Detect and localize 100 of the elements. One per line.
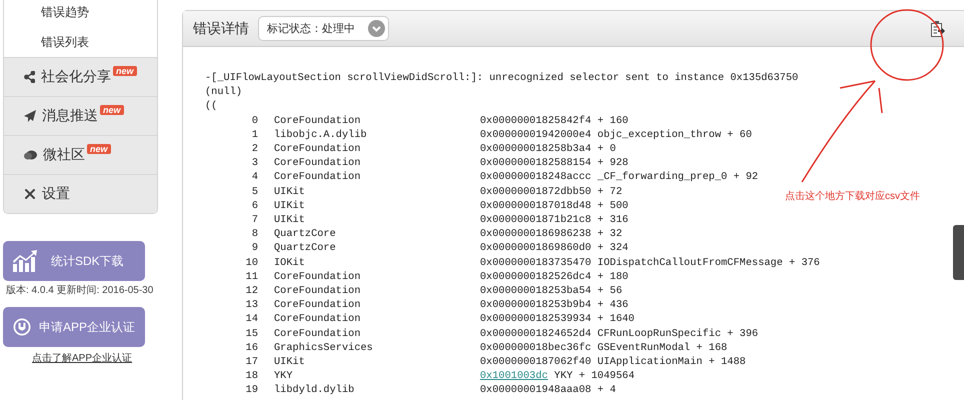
- frame-symbol: + 1640: [596, 312, 634, 327]
- frame-symbol: + 56: [596, 284, 622, 298]
- frame-symbol: GSEventRunModal + 168: [596, 340, 728, 356]
- menu-item[interactable]: 消息推送 new: [4, 96, 157, 135]
- frame-symbol: + 316: [596, 213, 628, 228]
- frame-address: 0x00000001948aaa08: [480, 383, 592, 398]
- menu-label: 设置: [42, 185, 70, 203]
- export-icon[interactable]: [931, 20, 945, 36]
- frame-index: 3: [250, 156, 258, 170]
- menu-label: 微社区: [43, 146, 85, 164]
- frame-address: 0x00000001824652d4: [480, 326, 592, 341]
- frame-address: 0x0000000182539934: [480, 312, 592, 327]
- frame-address: 0x000000018253ba54: [480, 284, 592, 298]
- frame-index: 19: [244, 383, 258, 398]
- version-text: 版本: 4.0.4 更新时间: 2016-05-30: [6, 284, 154, 297]
- sidebar-item[interactable]: 错误列表: [41, 34, 157, 51]
- frame-address: 0x000000018248accc: [480, 170, 592, 185]
- frame-library: YKY: [274, 369, 294, 384]
- frame-index: 13: [244, 298, 258, 312]
- frame-library: CoreFoundation: [274, 298, 362, 312]
- frame-library: UIKit: [274, 213, 306, 228]
- chat-icon: [24, 150, 37, 160]
- frame-symbol: + 32: [596, 227, 622, 242]
- frame-library: UIKit: [274, 355, 306, 370]
- certification-link[interactable]: 点击了解APP企业认证: [32, 351, 132, 365]
- frame-address: 0x0000000182588154: [480, 156, 592, 170]
- frame-library: CoreFoundation: [274, 326, 362, 341]
- frame-library: libdyld.dylib: [274, 383, 356, 398]
- annotation-note: 点击这个地方下载对应csv文件: [785, 190, 920, 203]
- new-badge: new: [113, 66, 137, 76]
- frame-library: UIKit: [274, 184, 306, 199]
- frame-symbol: UIApplicationMain + 1488: [596, 355, 746, 370]
- frame-symbol: + 160: [596, 114, 628, 128]
- frame-address: 0x00000001942000e4: [480, 128, 592, 142]
- frame-index: 15: [244, 326, 258, 341]
- frame-library: CoreFoundation: [274, 114, 362, 128]
- frame-index: 2: [250, 142, 258, 156]
- status-dropdown[interactable]: 标记状态：处理中: [258, 16, 389, 41]
- frame-index: 4: [250, 170, 258, 185]
- frame-symbol: + 928: [596, 156, 628, 170]
- frame-library: CoreFoundation: [274, 142, 362, 156]
- frame-symbol: + 72: [596, 184, 622, 199]
- frame-address: 0x0000000186986238: [480, 227, 592, 242]
- frame-index: 6: [250, 198, 258, 214]
- frame-index: 1: [250, 128, 258, 142]
- frame-symbol: + 180: [596, 270, 628, 284]
- tools-icon: [24, 188, 36, 200]
- frame-library: QuartzCore: [274, 241, 337, 256]
- address-link[interactable]: 0x1001003dc: [480, 369, 548, 384]
- menu-item[interactable]: 微社区 new: [4, 135, 157, 174]
- frame-symbol: CFRunLoopRunSpecific + 396: [596, 326, 758, 341]
- frame-address: 0x00000001825842f4: [480, 114, 592, 128]
- frame-index: 8: [250, 227, 258, 242]
- frame-index: 17: [244, 355, 258, 370]
- frame-library: QuartzCore: [274, 227, 337, 242]
- frame-library: CoreFoundation: [274, 312, 362, 327]
- frame-symbol: + 0: [596, 142, 616, 156]
- frame-index: 10: [244, 256, 258, 270]
- frame-address: 0x0000000187062f40: [480, 355, 592, 370]
- frame-index: 9: [250, 241, 258, 256]
- frame-address: 0x00000001872dbb50: [480, 184, 592, 199]
- frame-library: GraphicsServices: [274, 340, 374, 356]
- frame-address: 0x000000018258b3a4: [480, 142, 592, 156]
- frame-index: 14: [244, 312, 258, 327]
- frame-library: UIKit: [274, 198, 306, 214]
- frame-address: 0x00000001871b21c8: [480, 213, 592, 228]
- frame-symbol: + 324: [596, 241, 628, 256]
- frame-symbol: + 500: [596, 198, 628, 214]
- frame-symbol: YKY + 1049564: [553, 369, 634, 384]
- frame-address: 0x000000018253b9b4: [480, 298, 592, 312]
- frame-address: 0x0000000187018d48: [480, 198, 592, 214]
- frame-library: libobjc.A.dylib: [274, 128, 368, 142]
- frame-address: 0x0000000182526dc4: [480, 270, 592, 284]
- chevron-icon: [368, 20, 385, 37]
- panel-title: 错误详情: [193, 20, 249, 38]
- frame-address: 0x00000001869860d0: [480, 241, 592, 256]
- code-line: -[_UIFlowLayoutSection scrollViewDidScroll:]: unrecognized selector sent to instance 0x135d63750: [205, 71, 800, 86]
- frame-address: 0x0000000183735470: [480, 256, 592, 270]
- code-line: (null): [205, 85, 244, 100]
- sidebar-item[interactable]: 错误趋势: [41, 4, 157, 21]
- new-badge: new: [87, 144, 111, 154]
- paper-plane-icon: [24, 110, 36, 122]
- frame-library: CoreFoundation: [274, 284, 362, 298]
- frame-symbol: + 4: [596, 383, 616, 398]
- code-line: ((: [205, 99, 218, 114]
- frame-symbol: objc_exception_throw + 60: [596, 128, 752, 142]
- frame-index: 11: [244, 270, 258, 284]
- frame-library: CoreFoundation: [274, 170, 362, 185]
- frame-library: IOKit: [274, 256, 306, 270]
- menu-label: 消息推送: [42, 107, 98, 125]
- frame-index: 7: [250, 213, 258, 228]
- share-icon: [24, 71, 35, 83]
- frame-symbol: _CF_forwarding_prep_0 + 92: [596, 170, 758, 185]
- new-badge: new: [100, 105, 124, 115]
- frame-library: CoreFoundation: [274, 270, 362, 284]
- frame-library: CoreFoundation: [274, 156, 362, 170]
- menu-item[interactable]: 设置: [4, 174, 157, 213]
- frame-index: 16: [244, 340, 258, 356]
- frame-address: 0x000000018bec36fc: [480, 340, 592, 356]
- menu-item[interactable]: 社会化分享 new: [4, 57, 157, 96]
